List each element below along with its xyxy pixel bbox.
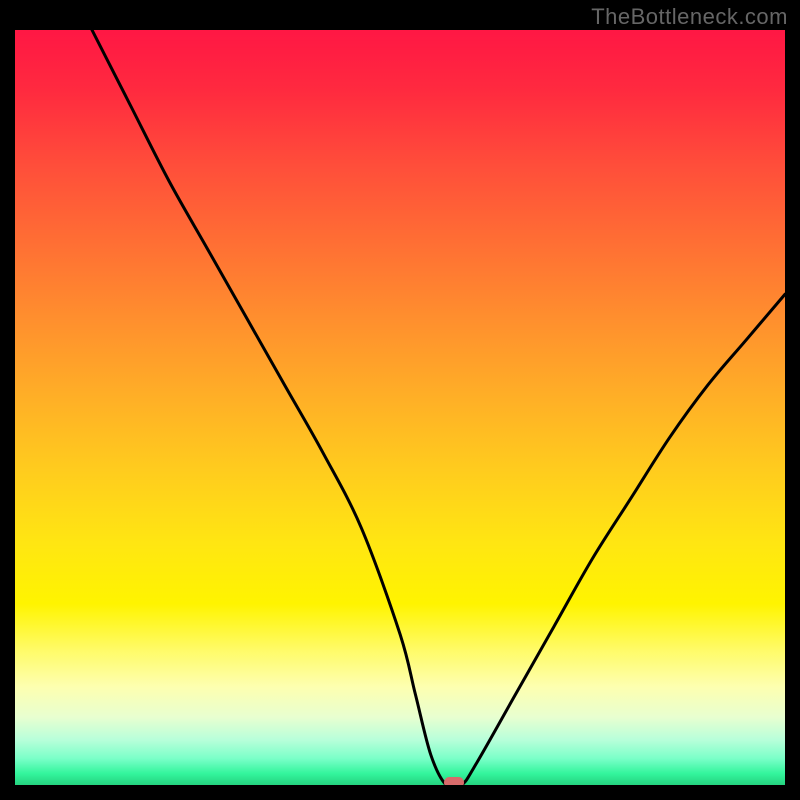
- plot-area: [15, 30, 785, 785]
- watermark-text: TheBottleneck.com: [591, 4, 788, 30]
- bottleneck-curve: [15, 30, 785, 785]
- chart-frame: TheBottleneck.com: [0, 0, 800, 800]
- minimum-marker: [444, 777, 464, 785]
